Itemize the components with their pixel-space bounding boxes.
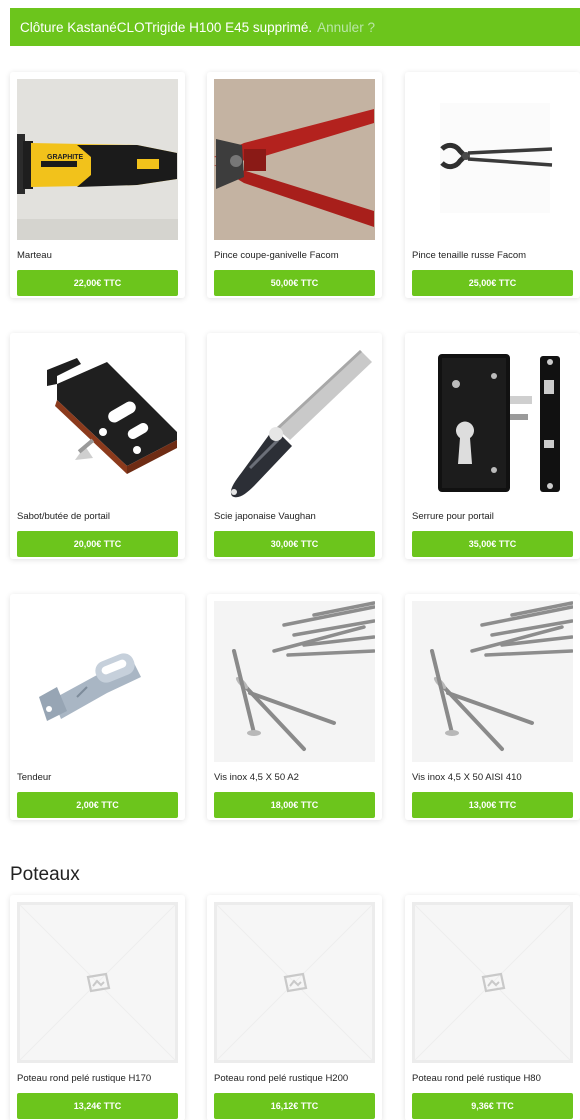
product-price-button[interactable]: 30,00€ TTC bbox=[214, 531, 375, 557]
product-name[interactable]: Tendeur bbox=[17, 772, 182, 783]
gate-stop-image[interactable] bbox=[17, 340, 178, 501]
product-name[interactable]: Poteau rond pelé rustique H200 bbox=[214, 1073, 379, 1084]
placeholder-image[interactable] bbox=[17, 902, 178, 1063]
product-name[interactable]: Vis inox 4,5 X 50 A2 bbox=[214, 772, 379, 783]
product-card-vis-inox-aisi[interactable]: Vis inox 4,5 X 50 AISI 410 13,00€ TTC bbox=[405, 594, 580, 820]
product-name[interactable]: Marteau bbox=[17, 250, 182, 261]
gate-lock-image[interactable] bbox=[412, 340, 573, 501]
product-name[interactable]: Serrure pour portail bbox=[412, 511, 577, 522]
product-card-sabot-butee[interactable]: Sabot/butée de portail 20,00€ TTC bbox=[10, 333, 185, 559]
placeholder-image[interactable] bbox=[412, 902, 573, 1063]
product-name[interactable]: Poteau rond pelé rustique H170 bbox=[17, 1073, 182, 1084]
placeholder-image[interactable] bbox=[214, 902, 375, 1063]
product-card-poteau-h200[interactable]: Poteau rond pelé rustique H200 16,12€ TT… bbox=[207, 895, 382, 1120]
product-price-button[interactable]: 13,00€ TTC bbox=[412, 792, 573, 818]
product-card-pince-tenaille[interactable]: Pince tenaille russe Facom 25,00€ TTC bbox=[405, 72, 580, 298]
tensioner-image[interactable] bbox=[17, 601, 178, 762]
screws-image[interactable] bbox=[214, 601, 375, 762]
notice-message: Clôture KastanéCLOTrigide H100 E45 suppr… bbox=[20, 19, 313, 35]
product-price-button[interactable]: 13,24€ TTC bbox=[17, 1093, 178, 1119]
product-card-marteau[interactable]: GRAPHITE Marteau 22,00€ TTC bbox=[10, 72, 185, 298]
product-name[interactable]: Pince coupe-ganivelle Facom bbox=[214, 250, 379, 261]
japanese-saw-image[interactable] bbox=[214, 340, 375, 501]
product-price-button[interactable]: 35,00€ TTC bbox=[412, 531, 573, 557]
svg-text:GRAPHITE: GRAPHITE bbox=[47, 154, 84, 161]
screws-image[interactable] bbox=[412, 601, 573, 762]
product-price-button[interactable]: 20,00€ TTC bbox=[17, 531, 178, 557]
hammer-image[interactable]: GRAPHITE bbox=[17, 79, 178, 240]
product-price-button[interactable]: 2,00€ TTC bbox=[17, 792, 178, 818]
product-card-serrure[interactable]: Serrure pour portail 35,00€ TTC bbox=[405, 333, 580, 559]
product-card-scie-japonaise[interactable]: Scie japonaise Vaughan 30,00€ TTC bbox=[207, 333, 382, 559]
product-name[interactable]: Poteau rond pelé rustique H80 bbox=[412, 1073, 577, 1084]
section-title-poteaux: Poteaux bbox=[10, 864, 80, 885]
product-name[interactable]: Scie japonaise Vaughan bbox=[214, 511, 379, 522]
product-name[interactable]: Vis inox 4,5 X 50 AISI 410 bbox=[412, 772, 577, 783]
cart-removal-notice: Clôture KastanéCLOTrigide H100 E45 suppr… bbox=[10, 8, 580, 46]
product-card-pince-coupe-ganivelle[interactable]: Pince coupe-ganivelle Facom 50,00€ TTC bbox=[207, 72, 382, 298]
product-price-button[interactable]: 18,00€ TTC bbox=[214, 792, 375, 818]
pincers-image[interactable] bbox=[412, 79, 573, 240]
product-price-button[interactable]: 50,00€ TTC bbox=[214, 270, 375, 296]
product-price-button[interactable]: 9,36€ TTC bbox=[412, 1093, 573, 1119]
image-placeholder-icon bbox=[283, 972, 307, 992]
undo-link[interactable]: Annuler ? bbox=[317, 20, 375, 35]
product-card-poteau-h170[interactable]: Poteau rond pelé rustique H170 13,24€ TT… bbox=[10, 895, 185, 1120]
product-card-poteau-h80[interactable]: Poteau rond pelé rustique H80 9,36€ TTC bbox=[405, 895, 580, 1120]
product-card-vis-inox-a2[interactable]: Vis inox 4,5 X 50 A2 18,00€ TTC bbox=[207, 594, 382, 820]
bolt-cutter-image[interactable] bbox=[214, 79, 375, 240]
product-name[interactable]: Pince tenaille russe Facom bbox=[412, 250, 577, 261]
image-placeholder-icon bbox=[481, 972, 505, 992]
product-name[interactable]: Sabot/butée de portail bbox=[17, 511, 182, 522]
product-price-button[interactable]: 16,12€ TTC bbox=[214, 1093, 375, 1119]
image-placeholder-icon bbox=[86, 972, 110, 992]
product-price-button[interactable]: 25,00€ TTC bbox=[412, 270, 573, 296]
product-price-button[interactable]: 22,00€ TTC bbox=[17, 270, 178, 296]
product-card-tendeur[interactable]: Tendeur 2,00€ TTC bbox=[10, 594, 185, 820]
